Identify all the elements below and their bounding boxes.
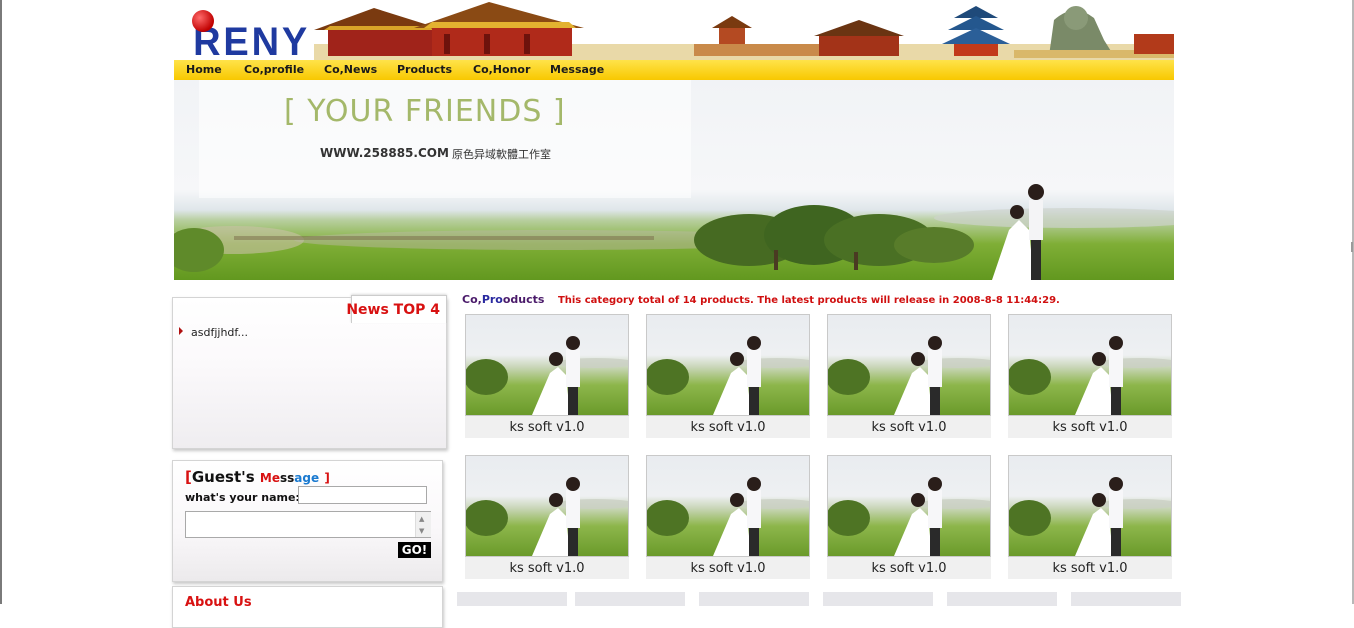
news-title: News TOP 4	[346, 302, 440, 318]
product-card[interactable]: ks soft v1.0	[465, 455, 629, 579]
nav-company-honor[interactable]: Co,Honor	[473, 63, 530, 76]
scroll-down-icon[interactable]: ▼	[419, 527, 424, 535]
title-letter: M	[259, 471, 272, 485]
window-left-edge	[0, 0, 2, 604]
product-thumbnail[interactable]	[827, 455, 991, 557]
product-caption[interactable]: ks soft v1.0	[646, 561, 810, 576]
product-thumbnail[interactable]	[646, 455, 810, 557]
product-thumbnail[interactable]	[465, 314, 629, 416]
product-card[interactable]: ks soft v1.0	[827, 455, 991, 579]
banner-studio-name: 原色异域軟體工作室	[452, 148, 551, 161]
product-thumbnail[interactable]	[1008, 314, 1172, 416]
product-card[interactable]: ks soft v1.0	[827, 314, 991, 438]
about-title: About Us	[185, 595, 252, 610]
product-caption[interactable]: ks soft v1.0	[1008, 420, 1172, 435]
page-container: RENY Home Co,profile Co,News Products Co…	[172, 0, 1181, 628]
couple-photo-image	[1009, 477, 1171, 556]
site-header: RENY	[174, 0, 1174, 60]
name-input[interactable]	[298, 486, 427, 504]
banner-slogan: [ YOUR FRIENDS ]	[284, 94, 566, 129]
product-caption[interactable]: ks soft v1.0	[465, 561, 629, 576]
title-word: Guest's	[191, 468, 255, 486]
hero-banner: [ YOUR FRIENDS ] WWW.258885.COM 原色异域軟體工作…	[174, 80, 1174, 280]
scrollbar-tick	[1351, 242, 1353, 252]
site-logo[interactable]: RENY	[182, 6, 312, 60]
products-title[interactable]: Co,Prooducts	[462, 293, 544, 306]
product-card[interactable]: ks soft v1.0	[1008, 455, 1172, 579]
title-bracket-close: ]	[324, 471, 330, 485]
couple-photo-image	[1009, 336, 1171, 415]
name-label: what's your name:	[185, 491, 300, 504]
product-caption[interactable]: ks soft v1.0	[827, 561, 991, 576]
products-note: This category total of 14 products. The …	[557, 295, 1060, 306]
title-letter: e	[271, 471, 280, 485]
title-message-word: Message	[260, 471, 319, 485]
banner-website: WWW.258885.COM	[320, 146, 449, 160]
couple-photo-image	[828, 477, 990, 556]
product-caption[interactable]: ks soft v1.0	[827, 420, 991, 435]
logo-ball-icon	[192, 10, 214, 32]
product-card[interactable]: ks soft v1.0	[1008, 314, 1172, 438]
couple-photo-image	[466, 477, 628, 556]
guestbook-title: [Guest's Message ]	[185, 468, 330, 486]
couple-photo-image	[647, 336, 809, 415]
nav-message[interactable]: Message	[550, 63, 604, 76]
news-panel: News TOP 4 asdfjjhdf...	[172, 295, 447, 449]
nav-home[interactable]: Home	[186, 63, 222, 76]
message-textarea[interactable]	[185, 511, 431, 538]
submit-button[interactable]: GO!	[398, 542, 431, 558]
guestbook-panel: [Guest's Message ] what's your name: ▲ ▼…	[172, 460, 443, 582]
product-caption[interactable]: ks soft v1.0	[646, 420, 810, 435]
product-card[interactable]: ks soft v1.0	[646, 455, 810, 579]
title-letter: e	[311, 471, 320, 485]
nav-products[interactable]: Products	[397, 63, 452, 76]
scroll-up-icon[interactable]: ▲	[419, 515, 424, 523]
couple-photo-image	[828, 336, 990, 415]
products-title-mid: Pro	[481, 293, 503, 306]
textarea-scrollbar[interactable]: ▲ ▼	[415, 512, 431, 537]
product-card[interactable]: ks soft v1.0	[646, 314, 810, 438]
news-item-label: asdfjjhdf...	[191, 326, 248, 339]
bullet-arrow-icon	[179, 327, 183, 335]
palace-skyline-image	[314, 2, 1174, 60]
products-title-prefix: Co,	[462, 293, 482, 306]
nav-company-profile[interactable]: Co,profile	[244, 63, 304, 76]
main-nav: Home Co,profile Co,News Products Co,Hono…	[174, 60, 1174, 80]
product-card[interactable]: ks soft v1.0	[465, 314, 629, 438]
news-tab: News TOP 4	[346, 295, 447, 323]
product-thumbnail[interactable]	[1008, 455, 1172, 557]
products-heading: Co,Prooducts This category total of 14 p…	[462, 293, 1060, 306]
news-item[interactable]: asdfjjhdf...	[179, 326, 248, 339]
product-thumbnail[interactable]	[646, 314, 810, 416]
product-caption[interactable]: ks soft v1.0	[465, 420, 629, 435]
title-bracket-open: [	[185, 468, 192, 486]
product-thumbnail[interactable]	[465, 455, 629, 557]
product-thumbnail[interactable]	[827, 314, 991, 416]
products-title-suffix: oducts	[502, 293, 545, 306]
product-caption[interactable]: ks soft v1.0	[1008, 561, 1172, 576]
nav-company-news[interactable]: Co,News	[324, 63, 377, 76]
title-letter: g	[302, 471, 311, 485]
couple-photo-image	[466, 336, 628, 415]
couple-photo-image	[647, 477, 809, 556]
about-panel: About Us	[172, 586, 443, 628]
